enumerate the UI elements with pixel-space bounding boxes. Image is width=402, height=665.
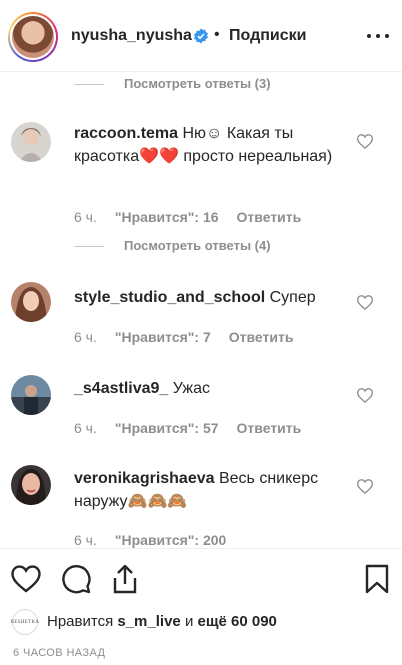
author-avatar-image [12,16,54,58]
liked-by-prefix: Нравится [47,613,114,630]
comment-meta: 6 ч. "Нравится": 16 Ответить [74,209,319,225]
liked-by-row: RESHETKA Нравится s_m_live и ещё 60 090 [10,609,392,637]
comments-list: Посмотреть ответы (3) raccoon.tema Ню☺ К… [0,73,402,548]
comment-body: _s4astliva9_ Ужас [74,377,344,400]
author-avatar[interactable] [8,12,58,62]
like-comment-heart-icon[interactable] [357,388,373,403]
view-replies-label: Посмотреть ответы (3) [124,76,271,91]
commenter-avatar[interactable] [11,122,51,162]
commenter-username[interactable]: veronikagrishaeva [74,470,215,487]
reply-button[interactable]: Ответить [237,420,302,436]
like-comment-heart-icon[interactable] [357,295,373,310]
author-username[interactable]: nyusha_nyusha [71,27,192,45]
following-button[interactable]: Подписки [229,27,306,45]
commenter-username[interactable]: raccoon.tema [74,125,178,142]
comment-text: Супер [269,289,316,306]
comment-body: style_studio_and_school Супер [74,286,344,309]
like-comment-heart-icon[interactable] [357,134,373,149]
commenter-avatar[interactable] [11,375,51,415]
comment-time: 6 ч. [74,329,97,345]
comment-likes[interactable]: "Нравится": 57 [115,420,219,436]
post-actions: RESHETKA Нравится s_m_live и ещё 60 090 … [0,548,402,665]
reply-button[interactable]: Ответить [237,209,302,225]
comment-likes[interactable]: "Нравится": 16 [115,209,219,225]
liked-by-username[interactable]: s_m_live [117,613,180,630]
comment-meta: 6 ч. "Нравится": 57 Ответить [74,420,319,436]
like-comment-heart-icon[interactable] [357,479,373,494]
commenter-username[interactable]: style_studio_and_school [74,289,265,306]
like-heart-icon[interactable] [11,564,41,594]
comment-text: Ужас [172,380,210,397]
verified-badge-icon [194,28,208,44]
header-separator: • [214,26,220,43]
liked-by-text[interactable]: Нравится s_m_live и ещё 60 090 [47,613,277,630]
commenter-username[interactable]: _s4astliva9_ [74,380,168,397]
share-icon[interactable] [110,564,140,594]
comment-body: raccoon.tema Ню☺ Какая ты красотка❤️❤️ п… [74,122,344,168]
comment-time: 6 ч. [74,209,97,225]
replies-divider [74,246,104,248]
comment-likes[interactable]: "Нравится": 7 [115,329,211,345]
view-replies-link[interactable]: Посмотреть ответы (4) [74,238,271,253]
comment-body: veronikagrishaeva Весь сникерс наружу🙈🙈🙈 [74,467,344,513]
post-header: nyusha_nyusha • Подписки [0,0,402,72]
liker-avatar[interactable]: RESHETKA [10,609,40,635]
view-replies-label: Посмотреть ответы (4) [124,238,271,253]
commenter-avatar[interactable] [11,465,51,505]
view-replies-link[interactable]: Посмотреть ответы (3) [74,76,271,91]
comment-bubble-icon[interactable] [61,564,91,594]
liked-by-count[interactable]: ещё 60 090 [198,613,277,630]
comment-meta: 6 ч. "Нравится": 200 [74,532,244,548]
replies-divider [74,84,104,86]
post-timestamp: 6 ЧАСОВ НАЗАД [13,647,106,659]
reply-button[interactable]: Ответить [229,329,294,345]
liker-avatar-logo: RESHETKA [10,619,40,625]
comment-time: 6 ч. [74,532,97,548]
commenter-avatar[interactable] [11,282,51,322]
comment-time: 6 ч. [74,420,97,436]
bookmark-icon[interactable] [362,564,392,594]
liked-by-conj: и [184,613,194,630]
more-options-icon[interactable] [367,34,389,40]
comment-meta: 6 ч. "Нравится": 7 Ответить [74,329,311,345]
comment-likes[interactable]: "Нравится": 200 [115,532,226,548]
